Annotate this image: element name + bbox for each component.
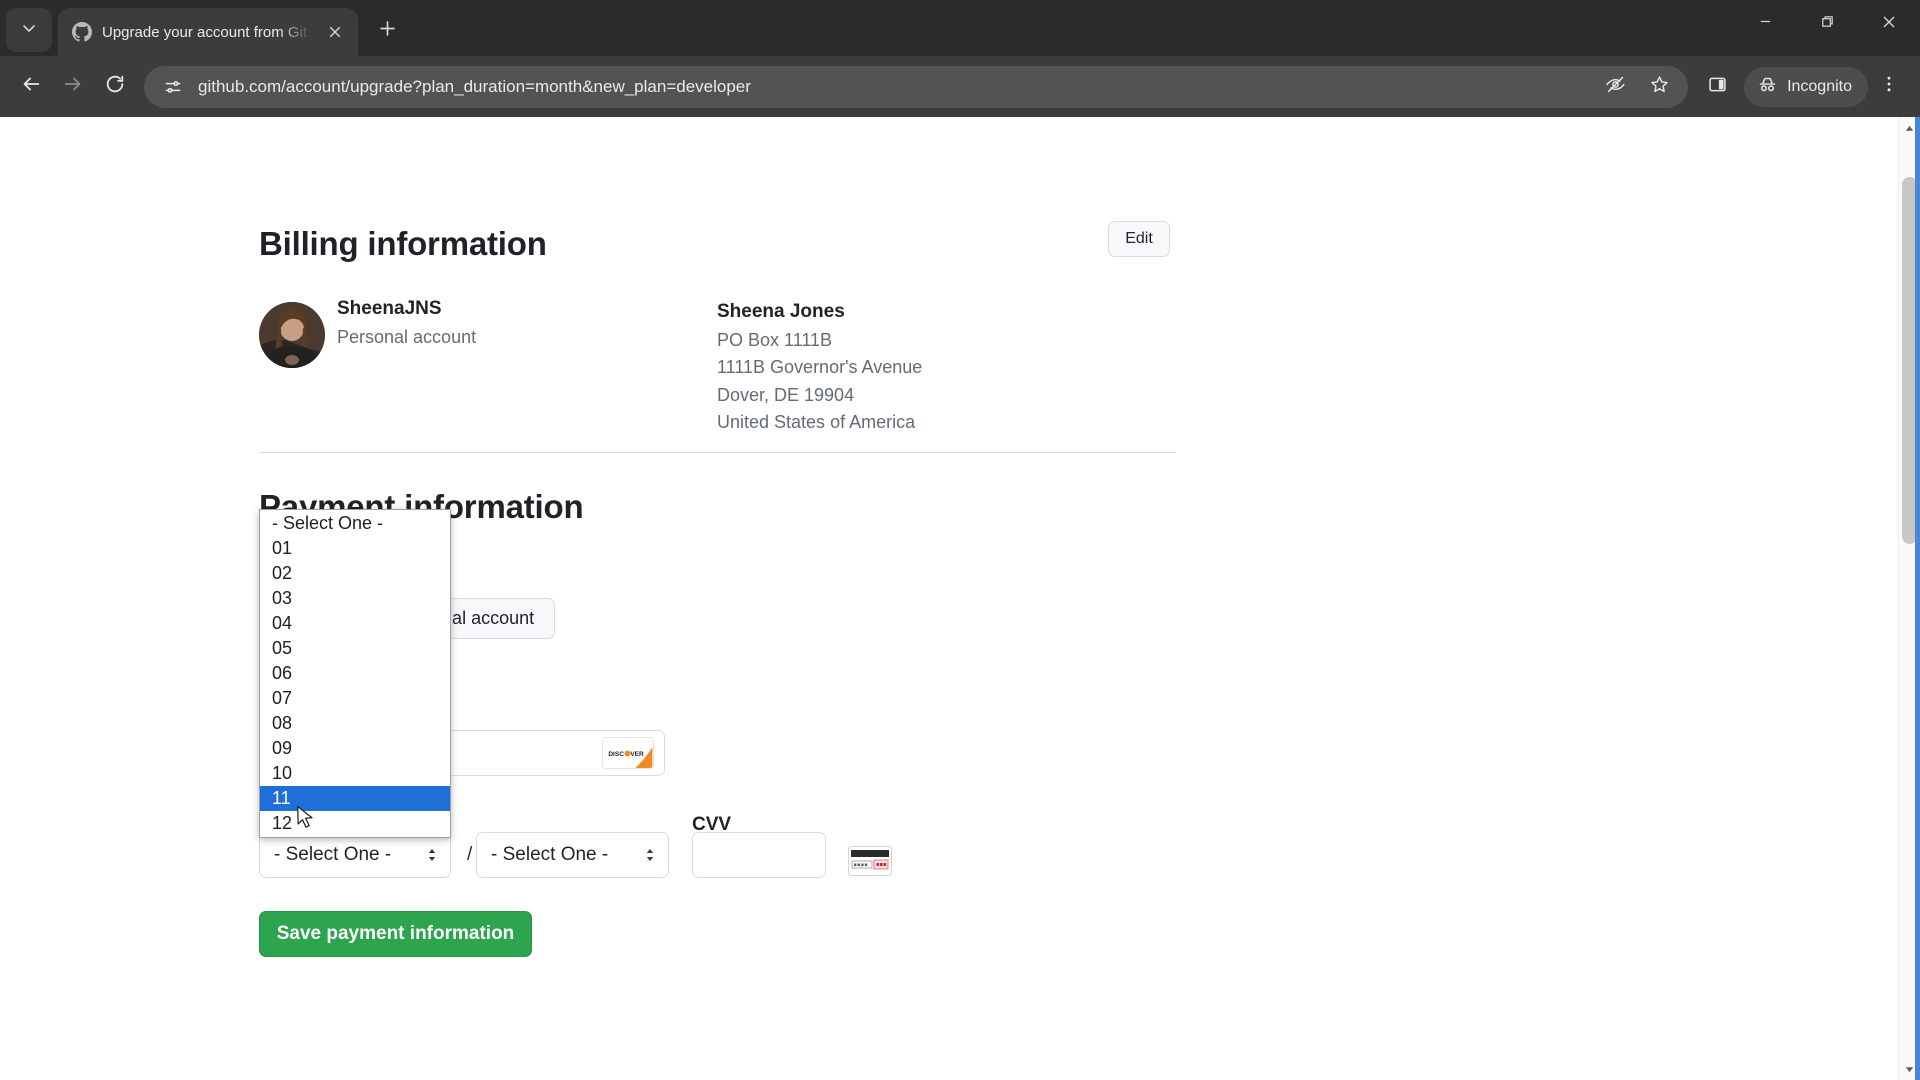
avatar bbox=[259, 302, 325, 368]
close-icon[interactable] bbox=[322, 19, 348, 45]
page-viewport: Billing information Edit SheenaJNS Perso… bbox=[0, 117, 1920, 1080]
github-upgrade-page: Billing information Edit SheenaJNS Perso… bbox=[0, 117, 1898, 1080]
dropdown-option[interactable]: 06 bbox=[260, 661, 450, 686]
account-type: Personal account bbox=[337, 327, 477, 347]
new-tab-button[interactable] bbox=[370, 14, 404, 48]
discover-card-icon: DISC VER bbox=[602, 737, 654, 769]
github-favicon bbox=[72, 22, 92, 42]
close-window-button[interactable] bbox=[1858, 0, 1920, 48]
forward-button[interactable] bbox=[52, 66, 94, 108]
bookmark-button[interactable] bbox=[1638, 66, 1680, 108]
section-divider bbox=[259, 452, 1176, 453]
restore-window-icon bbox=[1820, 14, 1835, 34]
tracking-protection-button[interactable] bbox=[1594, 66, 1636, 108]
expiration-month-value: - Select One - bbox=[274, 844, 392, 865]
dropdown-option[interactable]: 07 bbox=[260, 686, 450, 711]
site-settings-icon[interactable] bbox=[160, 74, 186, 100]
plus-icon bbox=[379, 20, 396, 42]
maximize-button[interactable] bbox=[1796, 0, 1858, 48]
billing-address-line2: 1111B Governor's Avenue bbox=[717, 357, 923, 378]
expiration-month-select[interactable]: - Select One - bbox=[259, 832, 451, 878]
incognito-hat-icon bbox=[1757, 74, 1778, 100]
select-arrows-icon bbox=[642, 847, 658, 863]
url-text[interactable]: github.com/account/upgrade?plan_duration… bbox=[198, 77, 1594, 97]
billing-address-line1: PO Box 1111B bbox=[717, 329, 833, 350]
billing-address-line3: Dover, DE 19904 bbox=[717, 384, 855, 405]
dropdown-option-highlighted[interactable]: 11 bbox=[260, 786, 450, 811]
dropdown-option[interactable]: 08 bbox=[260, 711, 450, 736]
dropdown-option[interactable]: - Select One - bbox=[260, 511, 450, 536]
minimize-icon bbox=[1758, 14, 1773, 34]
window-controls bbox=[1734, 0, 1920, 48]
browser-tab[interactable]: Upgrade your account from Git bbox=[58, 8, 358, 56]
incognito-indicator[interactable]: Incognito bbox=[1744, 66, 1868, 107]
browser-window: Upgrade your account from Git github.com… bbox=[0, 0, 1920, 1080]
billing-address-name: Sheena Jones bbox=[717, 301, 845, 322]
dropdown-option[interactable]: 02 bbox=[260, 561, 450, 586]
eye-off-icon bbox=[1605, 74, 1626, 100]
save-payment-information-button[interactable]: Save payment information bbox=[259, 911, 532, 957]
address-bar[interactable]: github.com/account/upgrade?plan_duration… bbox=[144, 65, 1689, 108]
dropdown-option[interactable]: 09 bbox=[260, 736, 450, 761]
mouse-pointer-icon bbox=[295, 805, 317, 836]
tab-search-button[interactable] bbox=[6, 8, 52, 52]
reload-icon bbox=[104, 73, 126, 100]
back-button[interactable] bbox=[10, 66, 52, 108]
side-panel-button[interactable] bbox=[1696, 66, 1738, 108]
three-dot-menu-icon bbox=[1879, 74, 1899, 99]
dropdown-option[interactable]: 10 bbox=[260, 761, 450, 786]
billing-information-heading: Billing information bbox=[259, 225, 547, 262]
tab-search-chevron-icon bbox=[21, 20, 37, 41]
expiration-month-dropdown-popup[interactable]: - Select One - 01 02 03 04 05 06 07 08 0… bbox=[259, 509, 451, 838]
card-back-cvv-icon bbox=[848, 846, 892, 881]
dropdown-option[interactable]: 03 bbox=[260, 586, 450, 611]
dropdown-option[interactable]: 12 bbox=[260, 811, 450, 836]
back-arrow-icon bbox=[20, 73, 42, 100]
dropdown-option[interactable]: 01 bbox=[260, 536, 450, 561]
tab-title: Upgrade your account from Git bbox=[102, 23, 308, 41]
minimize-button[interactable] bbox=[1734, 0, 1796, 48]
expiration-separator: / bbox=[467, 844, 473, 865]
side-panel-icon bbox=[1707, 74, 1728, 100]
reload-button[interactable] bbox=[94, 66, 136, 108]
dropdown-option[interactable]: 04 bbox=[260, 611, 450, 636]
browser-toolbar: github.com/account/upgrade?plan_duration… bbox=[0, 56, 1920, 117]
forward-arrow-icon bbox=[62, 73, 84, 100]
account-username: SheenaJNS bbox=[337, 298, 442, 319]
svg-text:DISC: DISC bbox=[608, 751, 624, 758]
select-arrows-icon bbox=[424, 847, 440, 863]
page-focus-edge bbox=[1915, 117, 1920, 1080]
browser-menu-button[interactable] bbox=[1868, 66, 1910, 108]
cvv-input[interactable] bbox=[692, 832, 826, 878]
edit-billing-button[interactable]: Edit bbox=[1108, 221, 1170, 257]
billing-address-line4: United States of America bbox=[717, 411, 916, 432]
star-icon bbox=[1649, 74, 1670, 100]
window-close-icon bbox=[1881, 14, 1897, 35]
svg-text:VER: VER bbox=[630, 751, 644, 758]
billing-address: Sheena Jones PO Box 1111B 1111B Governor… bbox=[717, 298, 922, 436]
dropdown-option[interactable]: 05 bbox=[260, 636, 450, 661]
expiration-year-value: - Select One - bbox=[491, 844, 609, 865]
expiration-year-select[interactable]: - Select One - bbox=[476, 832, 669, 878]
incognito-label: Incognito bbox=[1787, 77, 1852, 95]
tab-strip: Upgrade your account from Git bbox=[0, 0, 1920, 56]
